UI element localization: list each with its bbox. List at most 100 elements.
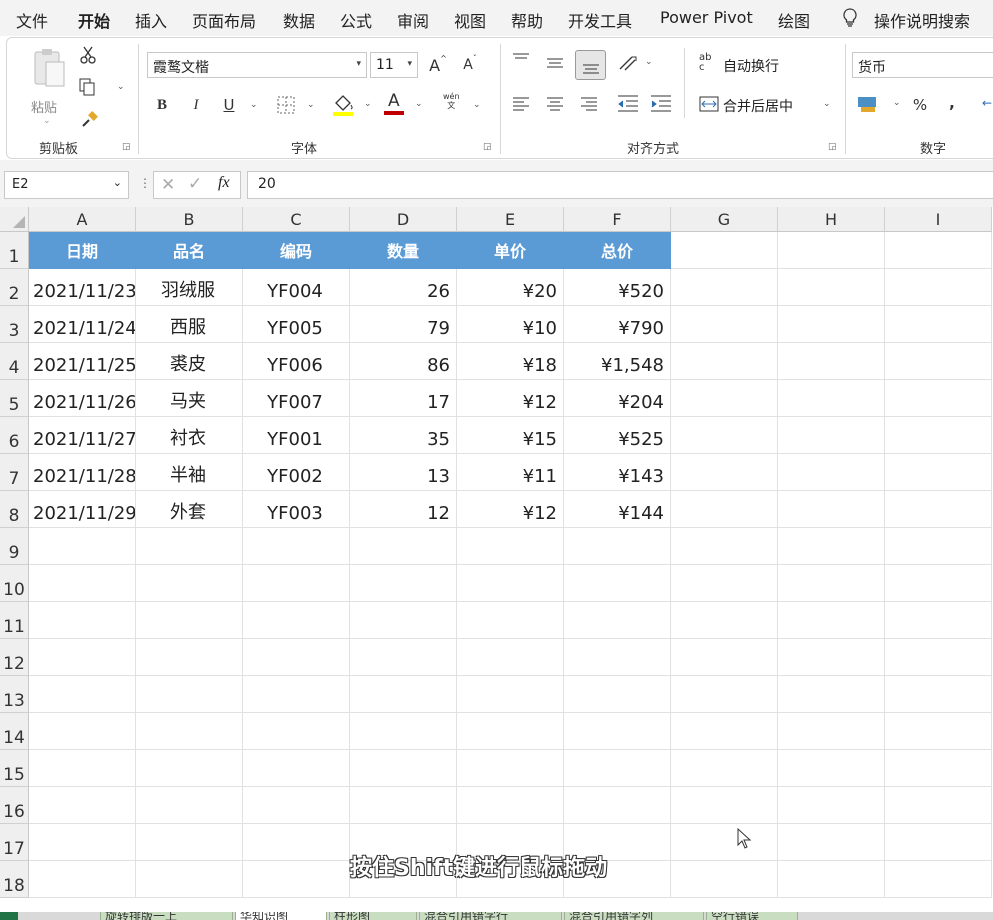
cell-g11[interactable]: [671, 602, 778, 639]
cell-i2[interactable]: [885, 269, 992, 306]
orientation-button[interactable]: ⌄: [617, 54, 653, 78]
cell-e8[interactable]: ¥12: [457, 491, 564, 528]
confirm-icon[interactable]: ✓: [188, 174, 202, 194]
cell-h13[interactable]: [778, 676, 885, 713]
row-header-16[interactable]: 16: [0, 787, 29, 824]
format-painter-button[interactable]: [81, 110, 99, 132]
column-header-g[interactable]: G: [671, 207, 778, 232]
cell-b3[interactable]: 西服: [136, 306, 243, 343]
phonetic-guide-button[interactable]: wén 文 ⌄: [441, 92, 481, 116]
cell-c16[interactable]: [243, 787, 350, 824]
align-center-button[interactable]: [546, 96, 564, 116]
cell-b16[interactable]: [136, 787, 243, 824]
merge-center-button[interactable]: 合并后居中 ⌄: [697, 94, 837, 116]
cell-a18[interactable]: [29, 861, 136, 898]
sheet-tab[interactable]: 旋转排版一上: [100, 912, 233, 920]
row-header-10[interactable]: 10: [0, 565, 29, 602]
cell-d6[interactable]: 35: [350, 417, 457, 454]
sheet-tab[interactable]: 柱形图: [329, 912, 417, 920]
cell-a6[interactable]: 2021/11/27: [29, 417, 136, 454]
column-header-c[interactable]: C: [243, 207, 350, 232]
cell-h14[interactable]: [778, 713, 885, 750]
cell-h17[interactable]: [778, 824, 885, 861]
font-color-button[interactable]: A ⌄: [383, 91, 423, 117]
sheet-tab[interactable]: 混合引用错字行: [419, 912, 562, 920]
cell-e12[interactable]: [457, 639, 564, 676]
table-header-cell[interactable]: 编码: [243, 232, 350, 269]
font-name-dropdown[interactable]: 霞鹜文楷 ▾: [147, 52, 367, 78]
cell-h5[interactable]: [778, 380, 885, 417]
menu-home[interactable]: 开始: [78, 8, 110, 32]
cell-i15[interactable]: [885, 750, 992, 787]
dialog-launcher-icon[interactable]: ◲: [828, 142, 837, 152]
cell-h15[interactable]: [778, 750, 885, 787]
cell-d4[interactable]: 86: [350, 343, 457, 380]
increase-font-size-button[interactable]: A ^: [426, 54, 450, 76]
cell-e9[interactable]: [457, 528, 564, 565]
cell-d14[interactable]: [350, 713, 457, 750]
cell-e10[interactable]: [457, 565, 564, 602]
cell-d2[interactable]: 26: [350, 269, 457, 306]
number-format-dropdown[interactable]: 货币: [852, 52, 993, 78]
cell-a4[interactable]: 2021/11/25: [29, 343, 136, 380]
cell-c2[interactable]: YF004: [243, 269, 350, 306]
cell-b11[interactable]: [136, 602, 243, 639]
cell-f3[interactable]: ¥790: [564, 306, 671, 343]
increase-indent-button[interactable]: [650, 95, 672, 117]
cell-f15[interactable]: [564, 750, 671, 787]
row-header-3[interactable]: 3: [0, 306, 29, 343]
cell-e5[interactable]: ¥12: [457, 380, 564, 417]
column-header-f[interactable]: F: [564, 207, 671, 232]
percent-style-button[interactable]: %: [909, 94, 931, 116]
cell-a12[interactable]: [29, 639, 136, 676]
cell-c18[interactable]: [243, 861, 350, 898]
insert-function-button[interactable]: fx: [218, 174, 230, 192]
cell-i7[interactable]: [885, 454, 992, 491]
cell-g9[interactable]: [671, 528, 778, 565]
row-header-17[interactable]: 17: [0, 824, 29, 861]
cell-i6[interactable]: [885, 417, 992, 454]
cell-a2[interactable]: 2021/11/23: [29, 269, 136, 306]
font-size-dropdown[interactable]: 11 ▾: [370, 52, 418, 78]
cell-a17[interactable]: [29, 824, 136, 861]
cell-i3[interactable]: [885, 306, 992, 343]
cell-i14[interactable]: [885, 713, 992, 750]
cell-b9[interactable]: [136, 528, 243, 565]
cell-c17[interactable]: [243, 824, 350, 861]
menu-draw[interactable]: 绘图: [778, 8, 810, 32]
cell-a8[interactable]: 2021/11/29: [29, 491, 136, 528]
cell-a3[interactable]: 2021/11/24: [29, 306, 136, 343]
cell-b12[interactable]: [136, 639, 243, 676]
cell-g17[interactable]: [671, 824, 778, 861]
row-header-5[interactable]: 5: [0, 380, 29, 417]
cell-e7[interactable]: ¥11: [457, 454, 564, 491]
cell-h10[interactable]: [778, 565, 885, 602]
accounting-format-button[interactable]: ⌄: [857, 94, 901, 118]
cell-b2[interactable]: 羽绒服: [136, 269, 243, 306]
copy-button[interactable]: ⌄: [79, 78, 125, 100]
dialog-launcher-icon[interactable]: ◲: [122, 142, 131, 152]
cell-d9[interactable]: [350, 528, 457, 565]
cell-f8[interactable]: ¥144: [564, 491, 671, 528]
bold-button[interactable]: B: [151, 94, 173, 116]
cell-e15[interactable]: [457, 750, 564, 787]
menu-power-pivot[interactable]: Power Pivot: [660, 8, 753, 27]
cell-f10[interactable]: [564, 565, 671, 602]
cell-e6[interactable]: ¥15: [457, 417, 564, 454]
menu-page-layout[interactable]: 页面布局: [192, 8, 256, 32]
underline-button[interactable]: U: [218, 94, 240, 116]
cell-g13[interactable]: [671, 676, 778, 713]
decrease-indent-button[interactable]: [617, 95, 639, 117]
cell-d16[interactable]: [350, 787, 457, 824]
sheet-tab[interactable]: 混合引用错字列: [564, 912, 704, 920]
cell-i18[interactable]: [885, 861, 992, 898]
align-right-button[interactable]: [580, 96, 598, 116]
cell-h11[interactable]: [778, 602, 885, 639]
cell-f13[interactable]: [564, 676, 671, 713]
table-header-cell[interactable]: 单价: [457, 232, 564, 269]
formula-input[interactable]: 20: [247, 171, 993, 199]
cell-f11[interactable]: [564, 602, 671, 639]
sheet-tab[interactable]: 空行错误: [706, 912, 798, 920]
cell-f5[interactable]: ¥204: [564, 380, 671, 417]
cell-a9[interactable]: [29, 528, 136, 565]
